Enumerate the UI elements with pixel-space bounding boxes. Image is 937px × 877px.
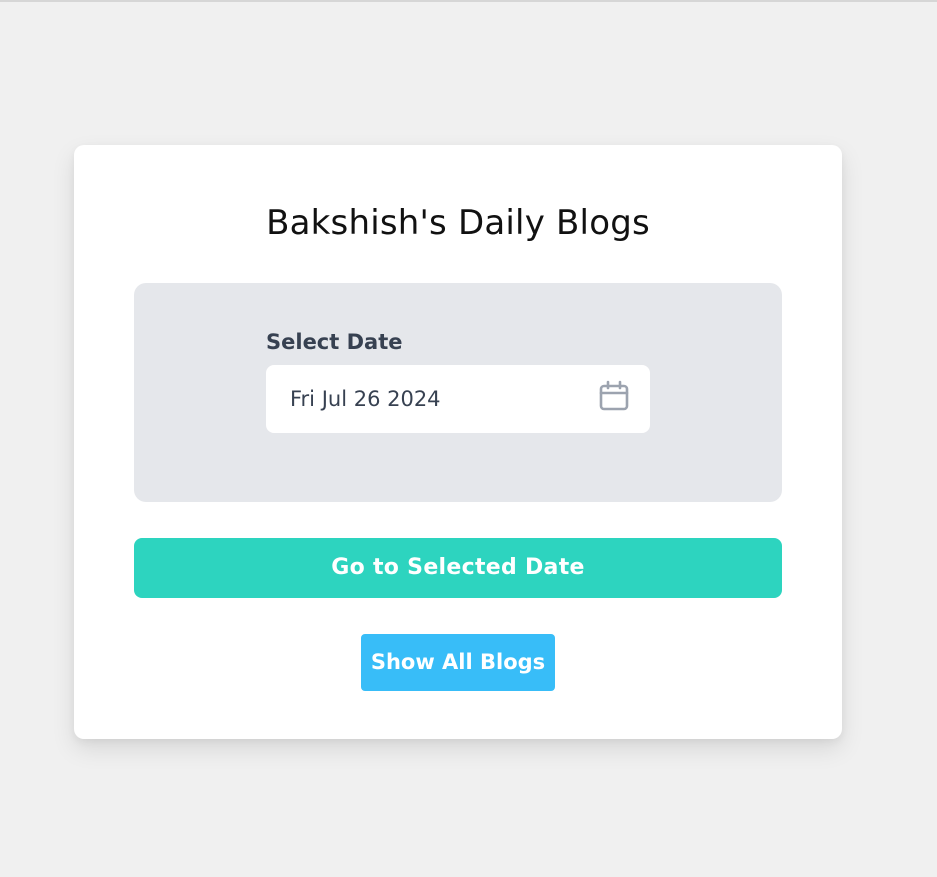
date-panel: Select Date Fri Jul 26 2024 (134, 283, 782, 502)
date-input[interactable]: Fri Jul 26 2024 (266, 365, 650, 433)
blog-card: Bakshish's Daily Blogs Select Date Fri J… (74, 145, 842, 739)
calendar-icon[interactable] (598, 380, 630, 412)
page-title: Bakshish's Daily Blogs (266, 203, 650, 243)
go-to-selected-date-button[interactable]: Go to Selected Date (134, 538, 782, 598)
select-date-label: Select Date (266, 330, 403, 354)
date-value: Fri Jul 26 2024 (290, 387, 441, 411)
top-border (0, 0, 937, 2)
show-all-blogs-button[interactable]: Show All Blogs (361, 634, 555, 691)
